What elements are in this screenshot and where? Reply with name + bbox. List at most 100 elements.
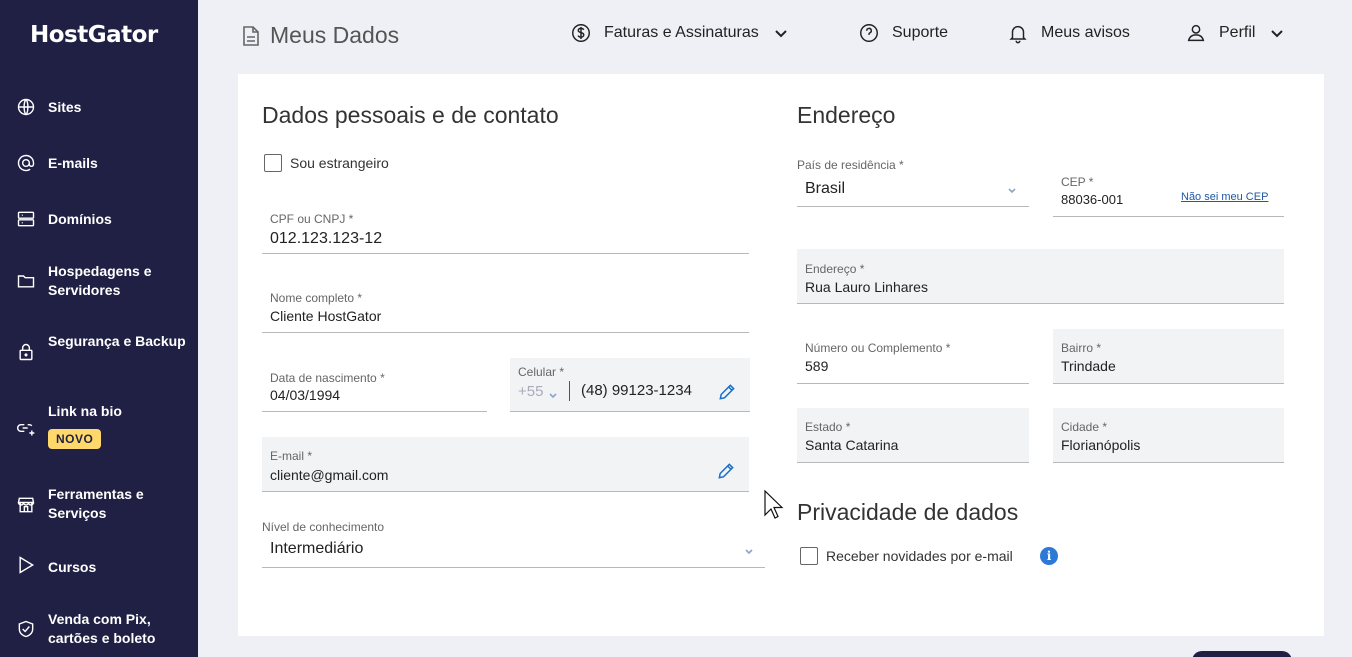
personal-section-title: Dados pessoais e de contato	[262, 102, 559, 128]
street-field[interactable]: Endereço * Rua Lauro Linhares	[797, 249, 1284, 304]
billing-menu-label: Faturas e Assinaturas	[604, 24, 759, 41]
sidebar-item-label: Link na bio	[48, 403, 122, 419]
page-title: Meus Dados	[242, 22, 399, 49]
district-label: Bairro *	[1061, 341, 1102, 355]
phone-ddi[interactable]: +55	[518, 383, 543, 400]
foreigner-checkbox[interactable]: Sou estrangeiro	[264, 154, 389, 172]
notices-link[interactable]: Meus avisos	[1007, 22, 1130, 44]
sidebar-item-tools[interactable]: Ferramentas e Serviços	[0, 485, 198, 523]
newsletter-label: Receber novidades por e-mail	[826, 548, 1013, 564]
sidebar-item-emails[interactable]: E-mails	[0, 152, 198, 174]
number-value[interactable]: 589	[805, 358, 828, 374]
sidebar-item-courses[interactable]: Cursos	[0, 556, 198, 578]
sidebar-item-domains[interactable]: Domínios	[0, 208, 198, 230]
page-title-text: Meus Dados	[270, 22, 400, 48]
sidebar-item-label: Domínios	[48, 210, 112, 227]
sidebar-item-link-bio[interactable]: Link na bio NOVO	[0, 402, 198, 454]
unknown-cep-link[interactable]: Não sei meu CEP	[1181, 191, 1268, 203]
sidebar-item-label: E-mails	[48, 154, 98, 171]
city-label: Cidade *	[1061, 420, 1108, 434]
email-label: E-mail *	[270, 449, 313, 463]
sidebar-item-hosting[interactable]: Hospedagens e Servidores	[0, 262, 198, 300]
info-icon[interactable]: i	[1040, 547, 1058, 565]
profile-label: Perfil	[1219, 24, 1256, 41]
cep-value[interactable]: 88036-001	[1061, 192, 1123, 207]
phone-field[interactable]: Celular * +55 (48) 99123-1234	[510, 358, 750, 412]
profile-menu[interactable]: Perfil	[1185, 22, 1285, 44]
sidebar-item-sites[interactable]: Sites	[0, 96, 198, 118]
state-value[interactable]: Santa Catarina	[805, 437, 898, 453]
knowledge-value[interactable]: Intermediário	[270, 540, 363, 558]
number-label: Número ou Complemento *	[805, 341, 951, 355]
sidebar-item-payments[interactable]: Venda com Pix, cartões e boleto	[0, 610, 198, 648]
cep-field[interactable]: CEP * 88036-001 Não sei meu CEP	[1053, 170, 1284, 217]
chevron-down-icon	[775, 30, 787, 38]
store-icon	[16, 495, 36, 515]
district-field[interactable]: Bairro * Trindade	[1053, 329, 1284, 384]
chevron-down-icon	[1007, 182, 1017, 194]
chevron-down-icon	[1271, 30, 1284, 38]
district-value[interactable]: Trindade	[1061, 358, 1116, 374]
country-value[interactable]: Brasil	[805, 180, 845, 198]
bell-icon	[1009, 25, 1027, 44]
phone-value[interactable]: (48) 99123-1234	[581, 382, 692, 399]
server-icon	[16, 209, 36, 229]
folder-icon	[16, 271, 36, 291]
sidebar-item-label: Segurança e Backup	[48, 333, 186, 349]
foreigner-label: Sou estrangeiro	[290, 155, 389, 171]
sidebar-item-label: Sites	[48, 98, 82, 115]
bottom-action-button[interactable]	[1192, 651, 1292, 657]
cep-label: CEP *	[1061, 175, 1094, 189]
checkbox-box[interactable]	[800, 547, 818, 565]
hostgator-logo[interactable]: HostGator	[30, 22, 158, 48]
notices-label: Meus avisos	[1041, 24, 1130, 41]
state-label: Estado *	[805, 420, 851, 434]
sidebar: HostGator Sites E-mails Domínios Hospeda…	[0, 0, 198, 657]
help-icon	[860, 24, 878, 42]
edit-phone-icon[interactable]	[717, 382, 737, 402]
profile-card: Dados pessoais e de contato Sou estrange…	[238, 74, 1324, 636]
shield-check-icon	[16, 619, 36, 639]
knowledge-label: Nível de conhecimento	[262, 520, 385, 534]
cpf-value[interactable]: 012.123.123-12	[270, 230, 382, 248]
globe-icon	[16, 97, 36, 117]
sidebar-item-label: Ferramentas e Serviços	[48, 486, 144, 521]
cpf-label: CPF ou CNPJ *	[270, 212, 354, 226]
edit-email-icon[interactable]	[716, 461, 736, 481]
street-value[interactable]: Rua Lauro Linhares	[805, 279, 928, 295]
knowledge-select[interactable]: Nível de conhecimento Intermediário	[262, 519, 765, 568]
lock-icon	[16, 342, 36, 362]
email-value[interactable]: cliente@gmail.com	[270, 467, 388, 483]
city-field[interactable]: Cidade * Florianópolis	[1053, 408, 1284, 463]
city-value[interactable]: Florianópolis	[1061, 437, 1140, 453]
birth-date-field[interactable]: Data de nascimento * 04/03/1994	[262, 366, 487, 412]
name-label: Nome completo *	[270, 291, 363, 305]
chevron-down-icon	[548, 387, 558, 399]
sidebar-item-label: Venda com Pix, cartões e boleto	[48, 611, 156, 646]
phone-divider	[569, 381, 570, 401]
user-icon	[1187, 24, 1205, 42]
number-field[interactable]: Número ou Complemento * 589	[797, 329, 1029, 384]
country-select[interactable]: País de residência * Brasil	[797, 154, 1029, 207]
checkbox-box[interactable]	[264, 154, 282, 172]
play-icon	[16, 555, 36, 575]
cpf-field[interactable]: CPF ou CNPJ * 012.123.123-12	[262, 208, 749, 254]
support-label: Suporte	[892, 24, 949, 41]
newsletter-checkbox[interactable]: Receber novidades por e-mail	[800, 547, 1013, 565]
name-value[interactable]: Cliente HostGator	[270, 308, 381, 324]
sidebar-item-security[interactable]: Segurança e Backup	[0, 332, 198, 370]
birth-label: Data de nascimento *	[270, 371, 385, 385]
chevron-down-icon	[744, 543, 754, 555]
phone-label: Celular *	[518, 365, 565, 379]
support-link[interactable]: Suporte	[858, 22, 948, 44]
name-field[interactable]: Nome completo * Cliente HostGator	[262, 287, 749, 333]
state-field[interactable]: Estado * Santa Catarina	[797, 408, 1029, 463]
at-icon	[16, 153, 36, 173]
email-field[interactable]: E-mail * cliente@gmail.com	[262, 437, 749, 492]
street-label: Endereço *	[805, 262, 865, 276]
birth-value[interactable]: 04/03/1994	[270, 387, 340, 403]
mouse-cursor-icon	[764, 490, 784, 519]
sidebar-item-label: Hospedagens e Servidores	[48, 263, 152, 298]
billing-menu[interactable]: Faturas e Assinaturas	[570, 22, 789, 44]
top-header: Meus Dados Faturas e Assinaturas Suporte…	[198, 0, 1352, 70]
